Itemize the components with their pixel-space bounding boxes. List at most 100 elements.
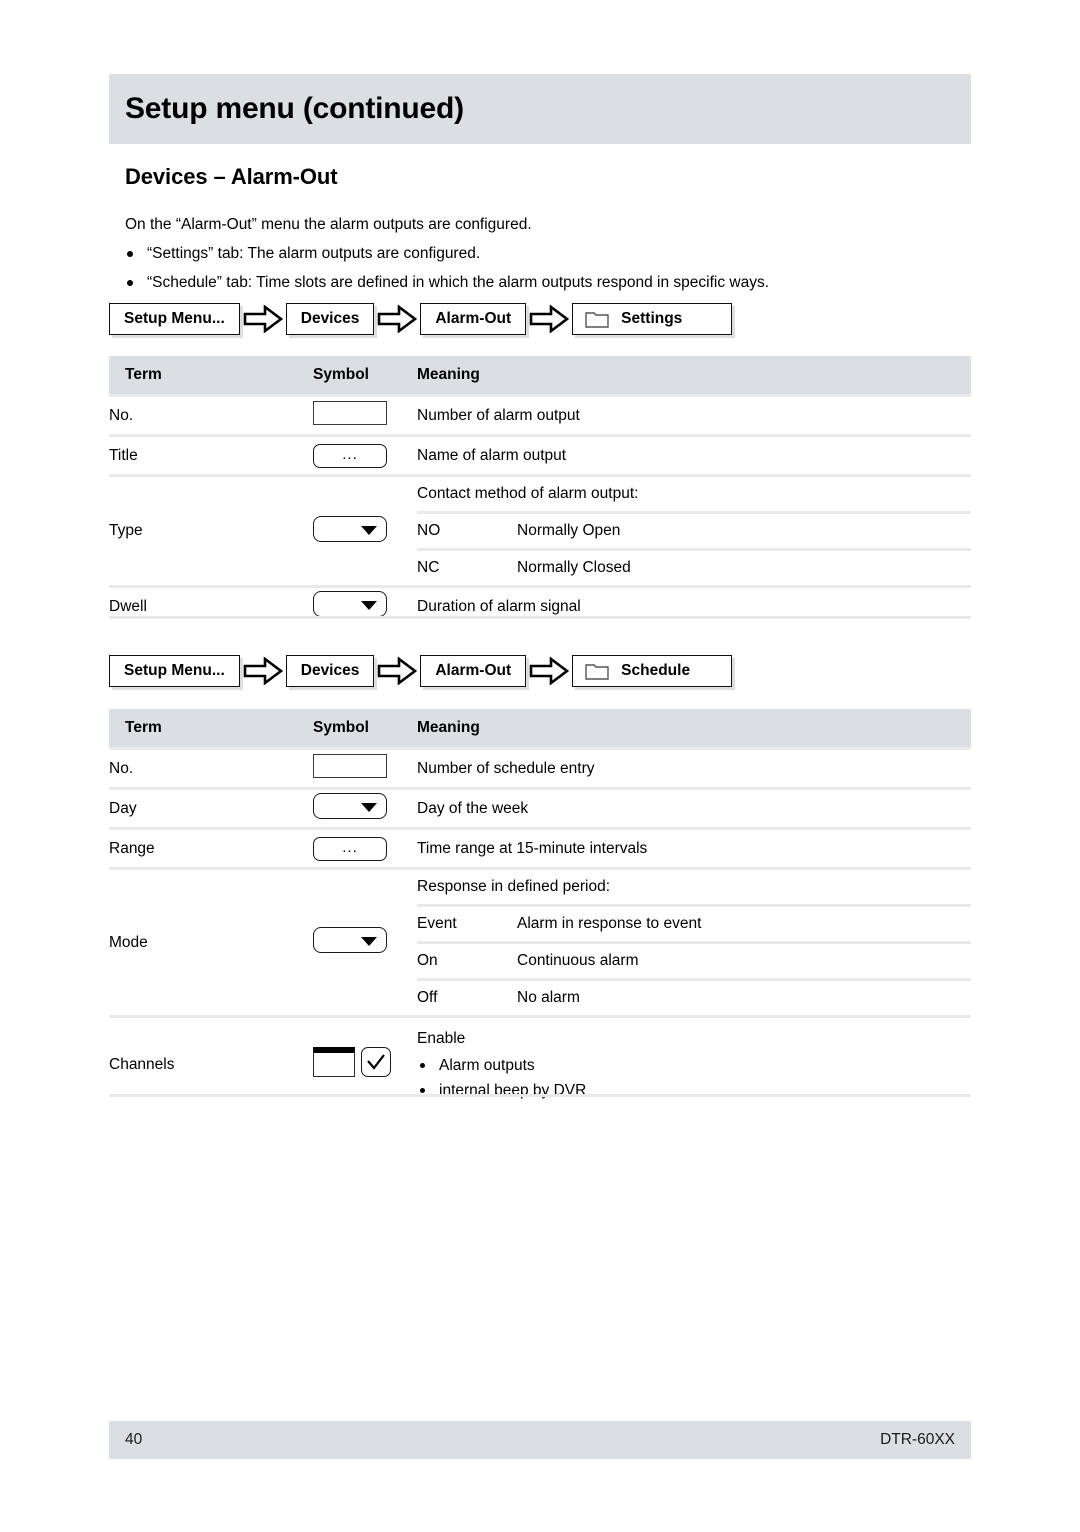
text-box-icon bbox=[313, 401, 387, 425]
breadcrumb-tab-schedule[interactable]: Schedule bbox=[572, 655, 733, 687]
row-meaning: Time range at 15-minute intervals bbox=[417, 839, 648, 857]
column-header-term: Term bbox=[109, 356, 313, 396]
table-row: Dwell Duration of alarm signal bbox=[109, 586, 971, 626]
breadcrumb-item-alarm-out[interactable]: Alarm-Out bbox=[420, 303, 527, 335]
table-header-row: Term Symbol Meaning bbox=[109, 356, 971, 396]
breadcrumb-settings: Setup Menu... Devices Alarm-Out Settings bbox=[109, 302, 733, 336]
right-block-arrow-icon bbox=[240, 302, 286, 336]
text-box-icon bbox=[313, 754, 387, 778]
right-block-arrow-icon bbox=[526, 654, 572, 688]
row-meaning: Response in defined period: Event Alarm … bbox=[417, 869, 971, 1017]
breadcrumb-label: Alarm-Out bbox=[435, 310, 512, 327]
settings-table-bottom-rule bbox=[109, 616, 971, 619]
intro-text: On the “Alarm-Out” menu the alarm output… bbox=[125, 210, 955, 297]
option-key: On bbox=[417, 941, 517, 980]
row-term: Range bbox=[109, 839, 155, 857]
intro-bullet-list: “Settings” tab: The alarm outputs are co… bbox=[125, 239, 955, 297]
column-header-meaning: Meaning bbox=[417, 356, 971, 396]
option-key: Event bbox=[417, 904, 517, 943]
ellipsis-button-icon: ... bbox=[313, 443, 387, 468]
breadcrumb-label: Alarm-Out bbox=[435, 662, 512, 679]
option-key: NC bbox=[417, 548, 517, 585]
row-symbol: ... bbox=[313, 436, 417, 476]
table-row: Mode Response in defined period: Event A… bbox=[109, 868, 971, 1017]
page-number: 40 bbox=[125, 1431, 143, 1448]
ellipsis-button-icon: ... bbox=[313, 836, 387, 861]
dropdown-box-icon bbox=[313, 515, 387, 542]
row-meaning: Number of schedule entry bbox=[417, 759, 595, 777]
breadcrumb-label: Settings bbox=[621, 310, 683, 327]
option-intro-row: Response in defined period: bbox=[417, 870, 971, 906]
column-header-symbol: Symbol bbox=[313, 356, 417, 396]
channels-meaning-block: Enable Alarm outputs internal beep by DV… bbox=[417, 1018, 971, 1111]
row-meaning: Name of alarm output bbox=[417, 446, 567, 464]
row-symbol bbox=[313, 476, 417, 587]
row-meaning: Day of the week bbox=[417, 799, 529, 817]
option-desc: Normally Closed bbox=[517, 548, 971, 585]
option-intro: Contact method of alarm output: bbox=[417, 485, 639, 502]
breadcrumb-label: Schedule bbox=[621, 662, 691, 679]
schedule-reference-table: Term Symbol Meaning No. Number of schedu… bbox=[109, 709, 971, 1111]
table-row: Range ... Time range at 15-minute interv… bbox=[109, 828, 971, 869]
option-row: NO Normally Open bbox=[417, 511, 971, 550]
breadcrumb-item-devices[interactable]: Devices bbox=[285, 655, 375, 687]
row-term: No. bbox=[109, 406, 134, 424]
column-header-symbol: Symbol bbox=[313, 709, 417, 749]
listbox-and-checkbox-icon bbox=[313, 1047, 391, 1077]
table-row: Type Contact method of alarm output: NO … bbox=[109, 475, 971, 587]
option-row: On Continuous alarm bbox=[417, 941, 971, 980]
option-intro: Response in defined period: bbox=[417, 878, 611, 895]
settings-reference-table: Term Symbol Meaning No. Number of alarm … bbox=[109, 356, 971, 625]
row-meaning: Number of alarm output bbox=[417, 406, 580, 424]
row-symbol bbox=[313, 869, 417, 1017]
channels-bullet-item: internal beep by DVR bbox=[417, 1078, 971, 1103]
chevron-down-icon bbox=[361, 601, 377, 610]
bullet-dot-icon bbox=[127, 251, 133, 257]
bullet-dot-icon bbox=[420, 1063, 425, 1068]
intro-lead: On the “Alarm-Out” menu the alarm output… bbox=[125, 216, 532, 233]
schedule-table-bottom-rule bbox=[109, 1094, 971, 1097]
column-header-term: Term bbox=[109, 709, 313, 749]
row-meaning: Contact method of alarm output: NO Norma… bbox=[417, 476, 971, 587]
dropdown-box-icon bbox=[313, 793, 387, 819]
chapter-header-band: Setup menu (continued) bbox=[109, 74, 971, 144]
intro-bullet-item: “Settings” tab: The alarm outputs are co… bbox=[125, 239, 955, 268]
folder-tab-icon bbox=[585, 310, 609, 328]
checkbox-checked-icon bbox=[361, 1047, 391, 1077]
option-sub-table: Response in defined period: Event Alarm … bbox=[417, 870, 971, 1015]
row-term: Dwell bbox=[109, 597, 147, 615]
table-header-row: Term Symbol Meaning bbox=[109, 709, 971, 749]
breadcrumb-tab-settings[interactable]: Settings bbox=[572, 303, 733, 335]
chevron-down-icon bbox=[361, 937, 377, 946]
chevron-down-icon bbox=[361, 803, 377, 812]
list-box-icon bbox=[313, 1047, 355, 1077]
section-heading: Devices – Alarm-Out bbox=[125, 164, 338, 189]
row-symbol bbox=[313, 396, 417, 436]
breadcrumb-label: Setup Menu... bbox=[124, 662, 225, 679]
breadcrumb-item-devices[interactable]: Devices bbox=[285, 303, 375, 335]
breadcrumb-label: Devices bbox=[300, 310, 360, 327]
breadcrumb-item-setup-menu[interactable]: Setup Menu... bbox=[109, 655, 240, 687]
table-row: Day Day of the week bbox=[109, 788, 971, 829]
row-term: Day bbox=[109, 799, 137, 817]
channels-meaning-intro: Enable bbox=[417, 1030, 466, 1047]
breadcrumb-schedule: Setup Menu... Devices Alarm-Out Schedule bbox=[109, 654, 733, 688]
right-block-arrow-icon bbox=[374, 302, 420, 336]
row-term: Mode bbox=[109, 933, 148, 951]
dropdown-box-icon bbox=[313, 927, 387, 953]
row-symbol bbox=[313, 749, 417, 789]
right-block-arrow-icon bbox=[526, 302, 572, 336]
breadcrumb-item-setup-menu[interactable]: Setup Menu... bbox=[109, 303, 240, 335]
row-term: No. bbox=[109, 759, 134, 777]
row-meaning: Duration of alarm signal bbox=[417, 597, 581, 615]
option-desc: No alarm bbox=[517, 978, 971, 1015]
table-row: No. Number of schedule entry bbox=[109, 748, 971, 789]
option-intro-row: Contact method of alarm output: bbox=[417, 477, 971, 513]
folder-tab-icon bbox=[585, 662, 609, 680]
row-term: Title bbox=[109, 446, 138, 464]
chevron-down-icon bbox=[361, 525, 377, 535]
breadcrumb-item-alarm-out[interactable]: Alarm-Out bbox=[420, 655, 527, 687]
option-key: NO bbox=[417, 511, 517, 550]
option-desc: Alarm in response to event bbox=[517, 904, 971, 943]
channels-bullet-item: Alarm outputs bbox=[417, 1053, 971, 1078]
